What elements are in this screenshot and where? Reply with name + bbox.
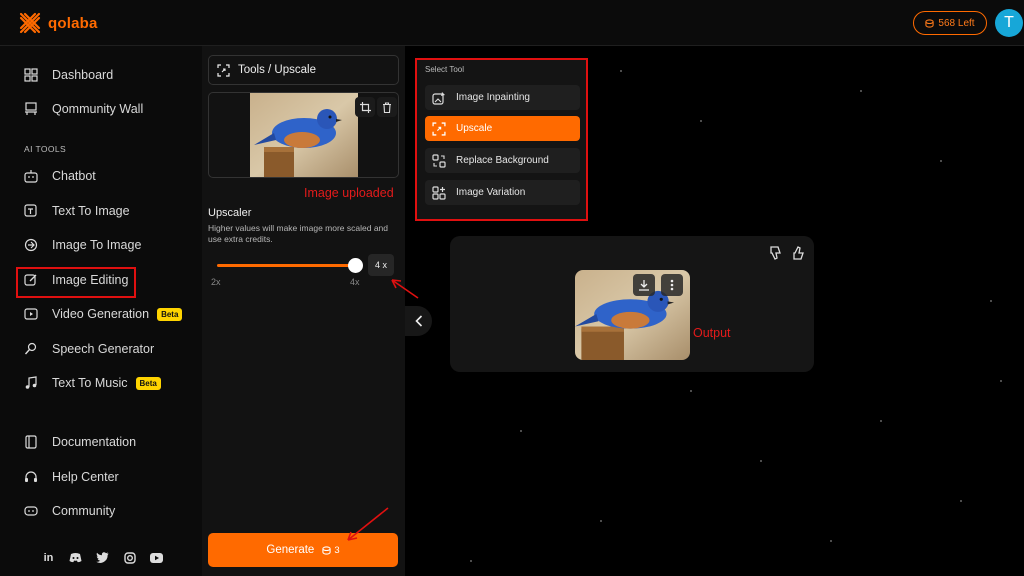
- arrow-to-generate-button: [347, 507, 389, 541]
- annotation-arrows: [347, 279, 419, 541]
- arrow-to-slider-value: [391, 279, 419, 299]
